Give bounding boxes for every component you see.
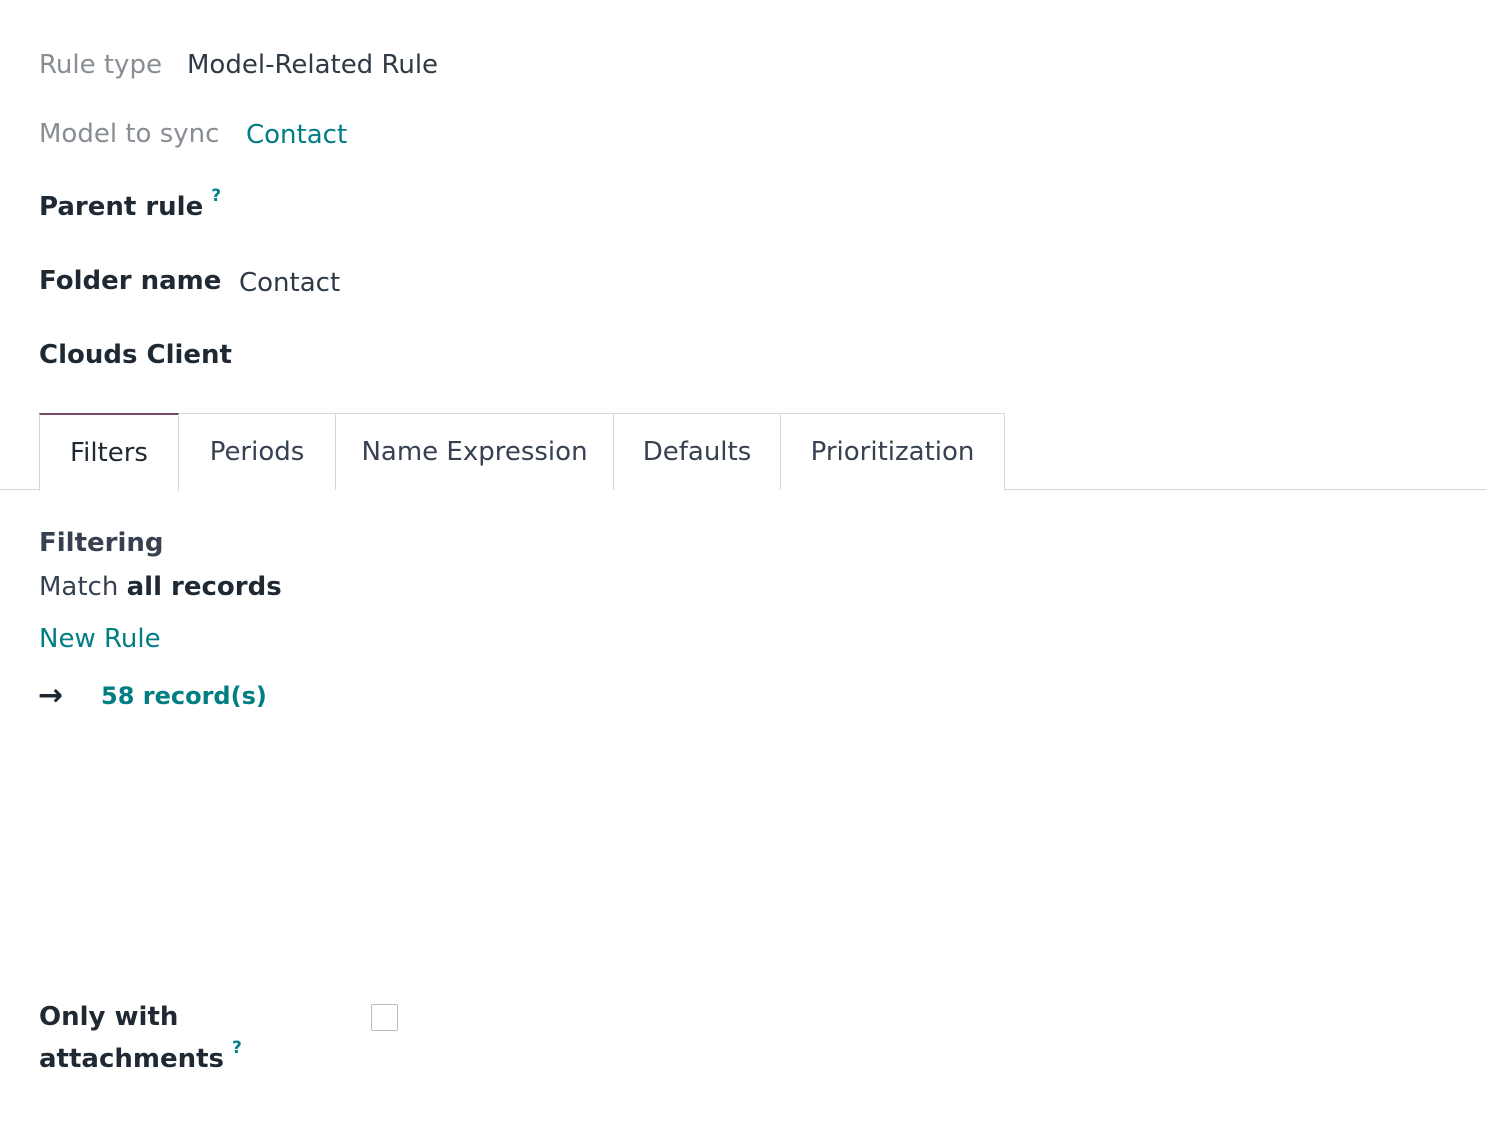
parent-rule-field: Parent rule? bbox=[39, 186, 221, 222]
matching-records-link[interactable]: 58 record(s) bbox=[101, 682, 267, 710]
model-to-sync-link[interactable]: Contact bbox=[246, 120, 347, 150]
only-with-attachments-label-line1: Only with bbox=[39, 1002, 179, 1032]
tab-filters[interactable]: Filters bbox=[39, 413, 179, 491]
new-rule-button[interactable]: New Rule bbox=[39, 624, 161, 654]
model-to-sync-label: Model to sync bbox=[39, 119, 220, 149]
parent-rule-help-icon[interactable]: ? bbox=[211, 186, 221, 206]
tab-filters-label: Filters bbox=[70, 438, 148, 468]
clouds-client-label: Clouds Client bbox=[39, 340, 232, 370]
match-scope: all records bbox=[126, 572, 282, 602]
tab-defaults[interactable]: Defaults bbox=[613, 413, 781, 490]
only-with-attachments-help-icon[interactable]: ? bbox=[232, 1038, 242, 1058]
tab-name-expression-label: Name Expression bbox=[361, 437, 588, 467]
folder-name-label: Folder name bbox=[39, 266, 222, 296]
tab-prioritization-label: Prioritization bbox=[810, 437, 975, 467]
arrow-right-icon: → bbox=[38, 678, 64, 713]
tab-periods-label: Periods bbox=[209, 437, 305, 467]
rule-type-value[interactable]: Model-Related Rule bbox=[187, 50, 438, 80]
match-summary: Match all records bbox=[39, 572, 282, 602]
tab-defaults-label: Defaults bbox=[642, 437, 752, 467]
match-prefix: Match bbox=[39, 572, 119, 602]
folder-name-value[interactable]: Contact bbox=[239, 268, 340, 298]
filtering-title: Filtering bbox=[39, 528, 164, 558]
parent-rule-label: Parent rule bbox=[39, 192, 204, 222]
rule-type-label: Rule type bbox=[39, 50, 162, 80]
only-with-attachments-label-line2: attachments bbox=[39, 1044, 225, 1074]
tab-periods[interactable]: Periods bbox=[178, 413, 336, 490]
only-with-attachments-checkbox[interactable] bbox=[371, 1004, 398, 1031]
tab-prioritization[interactable]: Prioritization bbox=[780, 413, 1005, 490]
tab-name-expression[interactable]: Name Expression bbox=[335, 413, 614, 490]
only-with-attachments-label-line2-wrap: attachments? bbox=[39, 1038, 242, 1074]
